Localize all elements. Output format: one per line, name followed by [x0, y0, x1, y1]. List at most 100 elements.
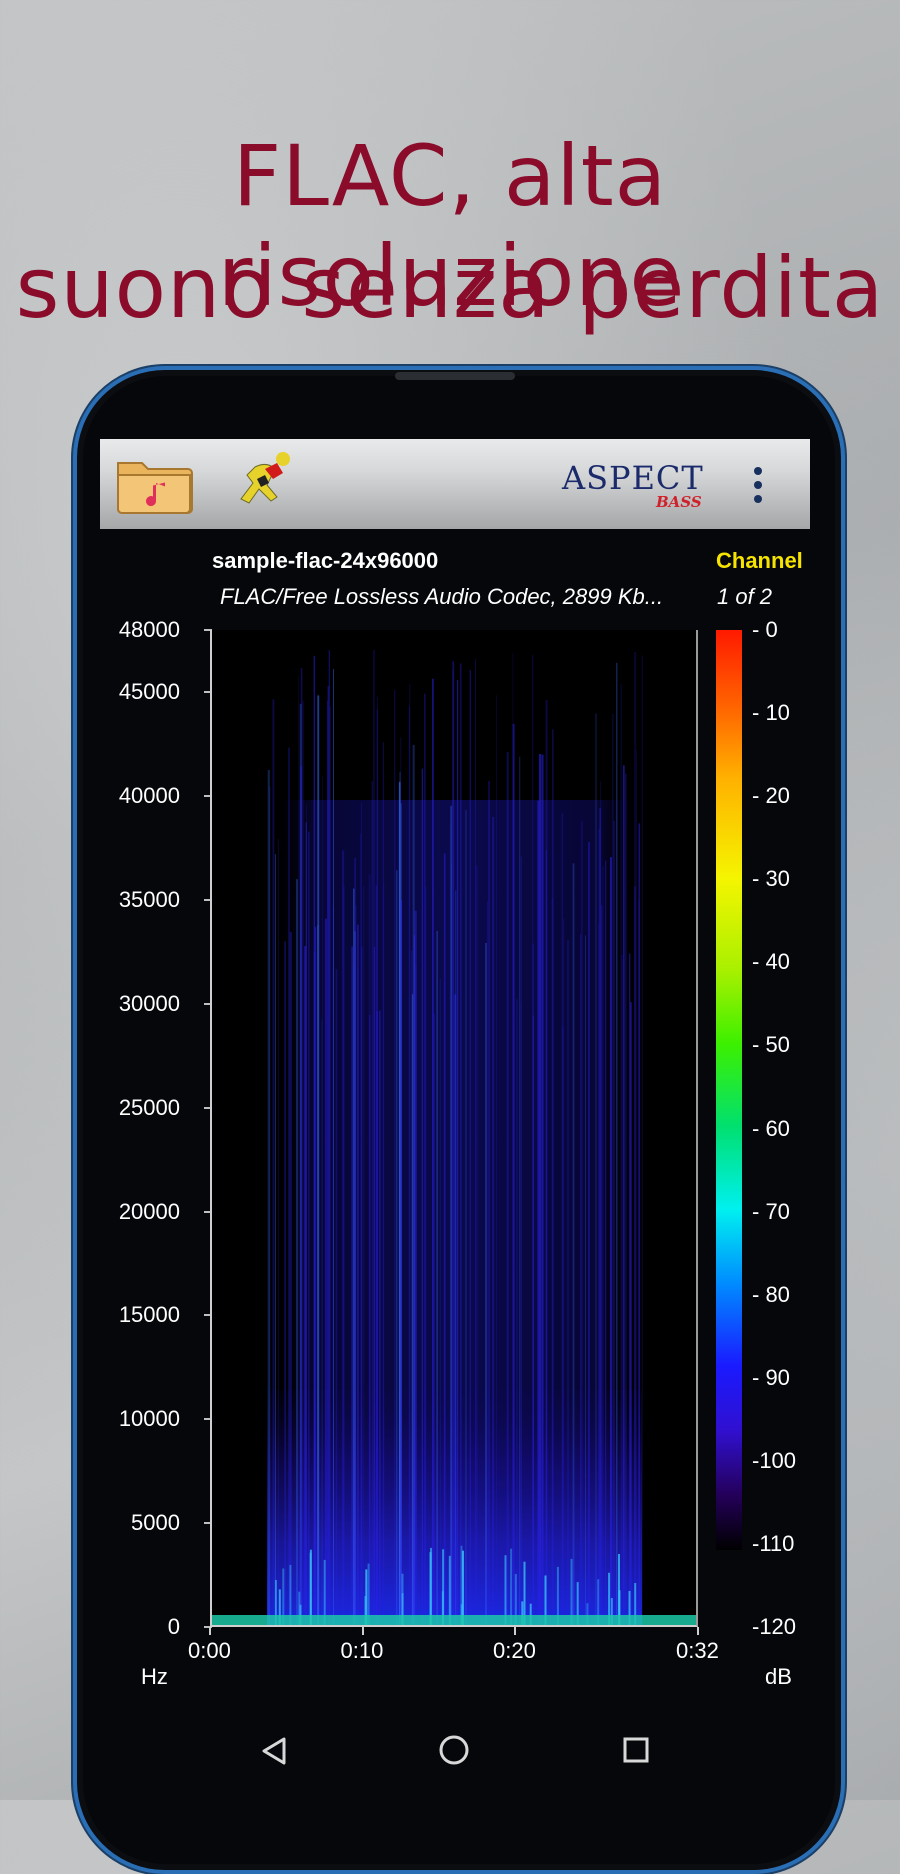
spectrogram-streak: [496, 695, 497, 1625]
spectrogram-streak: [332, 906, 334, 1625]
spectrogram-streak: [520, 856, 522, 1625]
spectrogram-streak: [412, 744, 415, 1625]
spectrogram-streak: [605, 860, 607, 1625]
back-triangle-icon[interactable]: [260, 1736, 288, 1766]
spectrogram-streak: [351, 946, 354, 1625]
spectrogram-streak: [567, 940, 569, 1625]
colorbar-tick-label: - 0: [752, 617, 778, 642]
spectrogram-streak: [465, 810, 467, 1625]
spectrogram-streak: [296, 879, 298, 1625]
spectrogram-streak: [267, 770, 270, 1625]
recent-apps-square-icon[interactable]: [622, 1736, 650, 1764]
spectrogram-streak: [621, 955, 623, 1625]
x-tick-label: 0:20: [493, 1638, 536, 1663]
spectrogram-streak: [379, 1010, 381, 1625]
y-tick-label: 10000: [118, 1406, 180, 1432]
spectrogram-streak: [354, 931, 356, 1625]
x-tick-label: 0:32: [676, 1638, 719, 1663]
spectrogram-streak: [329, 706, 331, 1625]
spectrogram-streak: [272, 699, 275, 1625]
spectrogram-streak: [641, 655, 643, 1625]
spectrogram-streak: [396, 870, 398, 1625]
spectrogram-streak: [353, 888, 355, 1625]
spectrogram-floor: [212, 1615, 696, 1625]
colorbar-unit: dB: [765, 1664, 792, 1689]
spectrogram-streak: [635, 750, 637, 1625]
phone-speaker: [395, 372, 515, 380]
spectrogram-streak: [322, 775, 323, 1625]
spectrogram-transient: [309, 1549, 312, 1625]
spectrogram-streak: [383, 883, 385, 1625]
spectrogram-streak: [629, 953, 631, 1625]
headline-line-2: suono senza perdita: [15, 239, 885, 337]
spectrogram-streak: [572, 863, 575, 1625]
spectrogram-streak: [343, 885, 345, 1625]
y-tick-label: 25000: [118, 1094, 180, 1120]
y-tick-label: 5000: [131, 1510, 180, 1536]
spectrogram-streak: [562, 1026, 564, 1625]
y-tick-label: 30000: [118, 990, 180, 1016]
spectrogram-streak: [284, 941, 286, 1625]
x-tick-label: 0:00: [188, 1638, 231, 1663]
spectrogram-streak: [307, 831, 310, 1625]
spectrogram-streak: [485, 943, 487, 1625]
spectrogram-streak: [277, 838, 279, 1625]
spectrogram-streak: [602, 866, 604, 1625]
spectrogram-streak: [516, 999, 518, 1625]
y-tick-label: 20000: [118, 1198, 180, 1224]
spectrogram-streak: [594, 713, 598, 1625]
spectrogram-streak: [597, 924, 600, 1625]
spectrogram-streak: [488, 781, 490, 1625]
y-tick-label: 45000: [118, 679, 180, 705]
spectrogram-streak: [415, 965, 417, 1625]
spectrogram-streak: [421, 768, 424, 1625]
colorbar-tick-label: - 40: [752, 949, 790, 975]
y-tick-label: 40000: [118, 783, 180, 809]
spectrogram-streak: [541, 754, 544, 1625]
spectrogram-streak: [610, 857, 612, 1625]
colorbar-tick-label: - 90: [752, 1364, 790, 1390]
spectrogram-streak: [288, 747, 290, 1625]
spectrogram-streak: [455, 890, 457, 1625]
spectrogram-streak: [432, 678, 434, 1625]
spectrogram-canvas: [212, 630, 696, 1625]
channel-label[interactable]: Channel: [716, 548, 803, 574]
colorbar-tick-label: - 60: [752, 1115, 790, 1141]
y-axis-unit: Hz: [141, 1664, 168, 1689]
spectrogram-streak: [452, 661, 455, 1625]
spectrogram-streak: [552, 729, 554, 1625]
colorbar-tick-label: - 20: [752, 783, 790, 809]
spectrogram-streak: [373, 650, 375, 1625]
spectrogram-streak: [532, 943, 534, 1625]
spectrogram-streak: [298, 676, 299, 1625]
running-figure-icon[interactable]: [235, 449, 295, 517]
spectrogram-streak: [581, 821, 583, 1625]
spectrogram-streak: [436, 930, 438, 1625]
logo-sub-text: BASS: [656, 493, 702, 511]
spectrogram-streak: [302, 700, 305, 1625]
spectrogram-streak: [400, 803, 402, 1625]
spectrogram-streak: [289, 931, 292, 1625]
x-tick-mark: [361, 1627, 364, 1635]
spectrogram-streak: [313, 655, 315, 1625]
home-circle-icon[interactable]: [438, 1734, 470, 1766]
spectrogram-streak: [486, 901, 488, 1625]
spectrogram-streak: [613, 821, 615, 1625]
spectrogram-streak: [469, 670, 471, 1625]
spectrogram-streak: [630, 1002, 632, 1625]
spectrogram-streak: [304, 946, 307, 1625]
more-vertical-icon[interactable]: [750, 465, 766, 505]
spectrogram-streak: [408, 706, 410, 1625]
app-toolbar: ASPECT BASS: [100, 439, 810, 529]
channel-value[interactable]: 1 of 2: [717, 584, 772, 610]
spectrogram-streak: [274, 854, 276, 1625]
colorbar-tick-label: - 70: [752, 1198, 790, 1224]
spectrogram-streak: [588, 841, 590, 1625]
spectrogram-plot[interactable]: [210, 630, 698, 1627]
spectrogram-streak: [623, 765, 625, 1625]
spectrogram-streak: [545, 850, 547, 1625]
y-tick-label: 0: [167, 1614, 180, 1639]
colorbar-tick-label: - 80: [752, 1281, 790, 1307]
file-title: sample-flac-24x96000: [212, 548, 439, 573]
folder-music-icon[interactable]: [114, 453, 194, 515]
